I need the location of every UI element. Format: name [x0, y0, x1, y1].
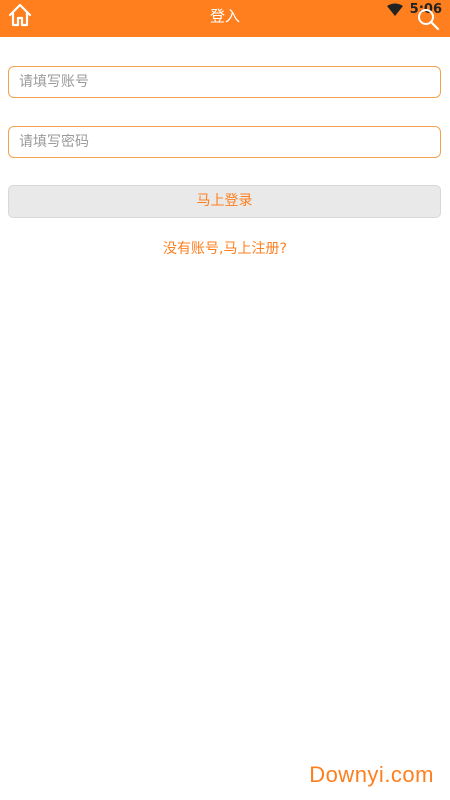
wifi-icon — [386, 3, 404, 17]
login-button[interactable]: 马上登录 — [8, 185, 441, 218]
register-link[interactable]: 没有账号,马上注册? — [0, 238, 450, 258]
login-screen: 登入 5:06 马上登录 没有账号,马上注册? Downyi.com — [0, 0, 450, 800]
watermark-logo: Downyi.com — [309, 762, 434, 787]
account-input[interactable] — [8, 66, 441, 98]
app-header: 登入 5:06 — [0, 0, 450, 37]
search-button[interactable] — [416, 9, 440, 33]
search-icon — [416, 7, 440, 35]
password-input[interactable] — [8, 126, 441, 158]
page-title: 登入 — [209, 7, 240, 25]
